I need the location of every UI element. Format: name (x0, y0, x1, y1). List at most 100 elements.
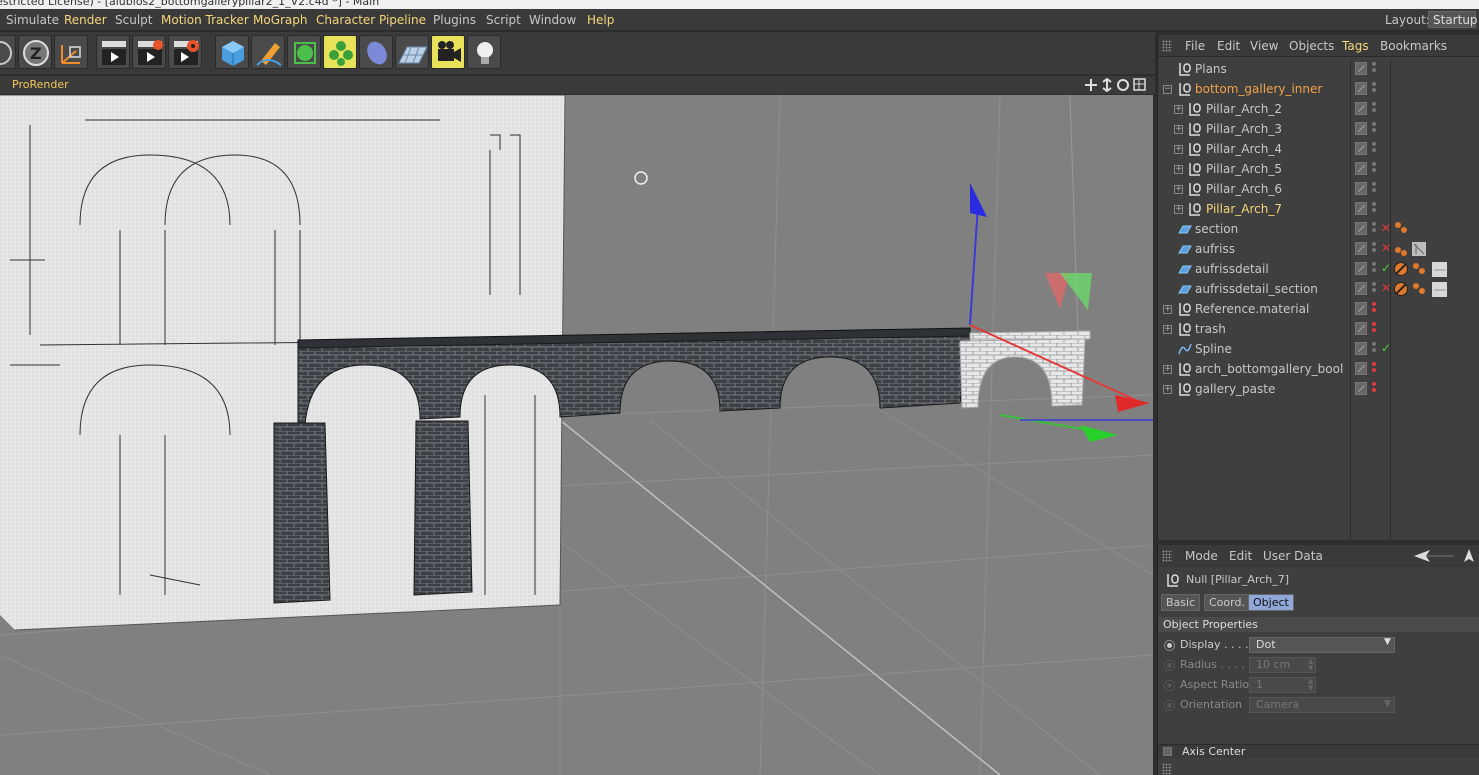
object-name[interactable]: Pillar_Arch_5 (1206, 159, 1282, 179)
pen-spline-button[interactable] (251, 35, 285, 69)
object-row-arch-bottomgallery-bool[interactable]: + arch_bottomgallery_bool (1158, 359, 1479, 379)
deformer-button[interactable] (359, 35, 393, 69)
visibility-toggle[interactable] (1355, 142, 1367, 155)
object-name[interactable]: bottom_gallery_inner (1195, 79, 1322, 99)
stepper-icon[interactable]: ▲ ▼ (1308, 658, 1313, 672)
render-view-button[interactable] (96, 35, 130, 69)
am-menu-mode[interactable]: Mode (1185, 545, 1218, 567)
object-row-pillar-arch-5[interactable]: + Pillar_Arch_5 (1158, 159, 1479, 179)
light-button[interactable] (467, 35, 501, 69)
menu-mograph[interactable]: MoGraph (253, 9, 308, 31)
z-axis-button[interactable]: Z (18, 35, 52, 69)
object-name[interactable]: aufrissdetail (1195, 259, 1269, 279)
rotate-view-icon[interactable] (1117, 79, 1129, 91)
object-name[interactable]: gallery_paste (1195, 379, 1275, 399)
rotate-axis-button[interactable] (0, 35, 16, 69)
object-name[interactable]: Pillar_Arch_7 (1206, 199, 1282, 219)
om-menu-objects[interactable]: Objects (1289, 35, 1334, 57)
material-tag-icon[interactable] (1411, 261, 1427, 277)
om-menu-tags[interactable]: Tags (1342, 35, 1369, 57)
expand-icon[interactable]: + (1174, 205, 1183, 214)
object-name[interactable]: Pillar_Arch_6 (1206, 179, 1282, 199)
disabled-x-icon[interactable]: ✕ (1381, 221, 1391, 235)
visibility-dots[interactable] (1372, 222, 1377, 236)
enabled-check-icon[interactable]: ✓ (1381, 261, 1391, 275)
object-row-aufriss[interactable]: aufriss ✕ (1158, 239, 1479, 259)
object-row-pillar-arch-7[interactable]: + Pillar_Arch_7 (1158, 199, 1479, 219)
object-name[interactable]: trash (1195, 319, 1226, 339)
texture-tag-icon[interactable] (1431, 281, 1447, 297)
object-row-pillar-arch-2[interactable]: + Pillar_Arch_2 (1158, 99, 1479, 119)
visibility-dots[interactable] (1372, 342, 1377, 356)
expand-icon[interactable]: + (1174, 145, 1183, 154)
tab-basic[interactable]: Basic (1161, 594, 1201, 611)
coordinate-system-button[interactable] (54, 35, 88, 69)
visibility-dots[interactable] (1372, 262, 1377, 276)
expand-icon[interactable]: + (1163, 365, 1172, 374)
visibility-dots[interactable] (1372, 302, 1377, 316)
disabled-x-icon[interactable]: ✕ (1381, 241, 1391, 255)
expand-icon[interactable]: + (1163, 385, 1172, 394)
material-tag-icon[interactable] (1411, 281, 1427, 297)
om-menu-view[interactable]: View (1250, 35, 1278, 57)
radius-input[interactable]: 10 cm (1249, 657, 1316, 673)
visibility-toggle[interactable] (1355, 62, 1367, 75)
tab-object[interactable]: Object (1248, 594, 1294, 611)
visibility-toggle[interactable] (1355, 362, 1367, 375)
visibility-toggle[interactable] (1355, 382, 1367, 395)
zoom-view-icon[interactable] (1102, 77, 1112, 93)
layout-dropdown[interactable]: Startup (1428, 11, 1478, 28)
tab-coord[interactable]: Coord. (1204, 594, 1250, 611)
compositing-tag-icon[interactable] (1393, 281, 1409, 297)
compositing-tag-icon[interactable] (1393, 261, 1409, 277)
menu-character[interactable]: Character (316, 9, 375, 31)
visibility-dots[interactable] (1372, 182, 1377, 196)
object-row-pillar-arch-4[interactable]: + Pillar_Arch_4 (1158, 139, 1479, 159)
object-row-trash[interactable]: + trash (1158, 319, 1479, 339)
visibility-dots[interactable] (1372, 102, 1377, 116)
visibility-dots[interactable] (1372, 282, 1377, 296)
aspect-ratio-input[interactable]: 1 (1249, 677, 1316, 693)
visibility-dots[interactable] (1372, 62, 1377, 76)
menu-sculpt[interactable]: Sculpt (115, 9, 152, 31)
visibility-toggle[interactable] (1355, 282, 1367, 295)
display-dropdown[interactable]: Dot (1249, 637, 1395, 653)
visibility-dots[interactable] (1372, 82, 1377, 96)
om-menu-bookmarks[interactable]: Bookmarks (1380, 35, 1447, 57)
menu-plugins[interactable]: Plugins (433, 9, 476, 31)
object-name[interactable]: Pillar_Arch_2 (1206, 99, 1282, 119)
expand-icon[interactable]: + (1174, 125, 1183, 134)
disabled-x-icon[interactable]: ✕ (1381, 281, 1391, 295)
panel-grip-icon[interactable] (1162, 550, 1172, 562)
visibility-dots[interactable] (1372, 242, 1377, 256)
axis-center-section[interactable]: Axis Center (1158, 744, 1479, 758)
object-row-plans[interactable]: Plans (1158, 59, 1479, 79)
expand-icon[interactable]: + (1163, 305, 1172, 314)
visibility-toggle[interactable] (1355, 242, 1367, 255)
object-list[interactable]: Plans − bottom_gallery_inner + Pillar_Ar… (1158, 59, 1479, 540)
visibility-toggle[interactable] (1355, 222, 1367, 235)
am-menu-user-data[interactable]: User Data (1263, 545, 1323, 567)
viewport-title[interactable]: ProRender (12, 76, 69, 94)
object-name[interactable]: arch_bottomgallery_bool (1195, 359, 1343, 379)
material-tag-icon[interactable] (1393, 221, 1409, 237)
object-row-pillar-arch-3[interactable]: + Pillar_Arch_3 (1158, 119, 1479, 139)
texture-tag-icon[interactable] (1431, 261, 1447, 277)
object-name[interactable]: aufriss (1195, 239, 1235, 259)
render-picture-viewer-button[interactable] (132, 35, 166, 69)
visibility-toggle[interactable] (1355, 262, 1367, 275)
visibility-dots[interactable] (1372, 202, 1377, 216)
menu-pipeline[interactable]: Pipeline (379, 9, 426, 31)
object-name[interactable]: Pillar_Arch_3 (1206, 119, 1282, 139)
menu-render[interactable]: Render (64, 9, 107, 31)
object-name[interactable]: aufrissdetail_section (1195, 279, 1318, 299)
object-row-aufrissdetail-section[interactable]: aufrissdetail_section ✕ (1158, 279, 1479, 299)
object-row-reference-material[interactable]: + Reference.material (1158, 299, 1479, 319)
up-arrow-icon[interactable] (1464, 549, 1474, 562)
visibility-dots[interactable] (1372, 362, 1377, 376)
object-row-section[interactable]: section ✕ (1158, 219, 1479, 239)
om-menu-file[interactable]: File (1185, 35, 1205, 57)
material-tag-icon[interactable] (1393, 241, 1409, 257)
visibility-dots[interactable] (1372, 162, 1377, 176)
back-arrow-icon[interactable] (1414, 550, 1454, 562)
